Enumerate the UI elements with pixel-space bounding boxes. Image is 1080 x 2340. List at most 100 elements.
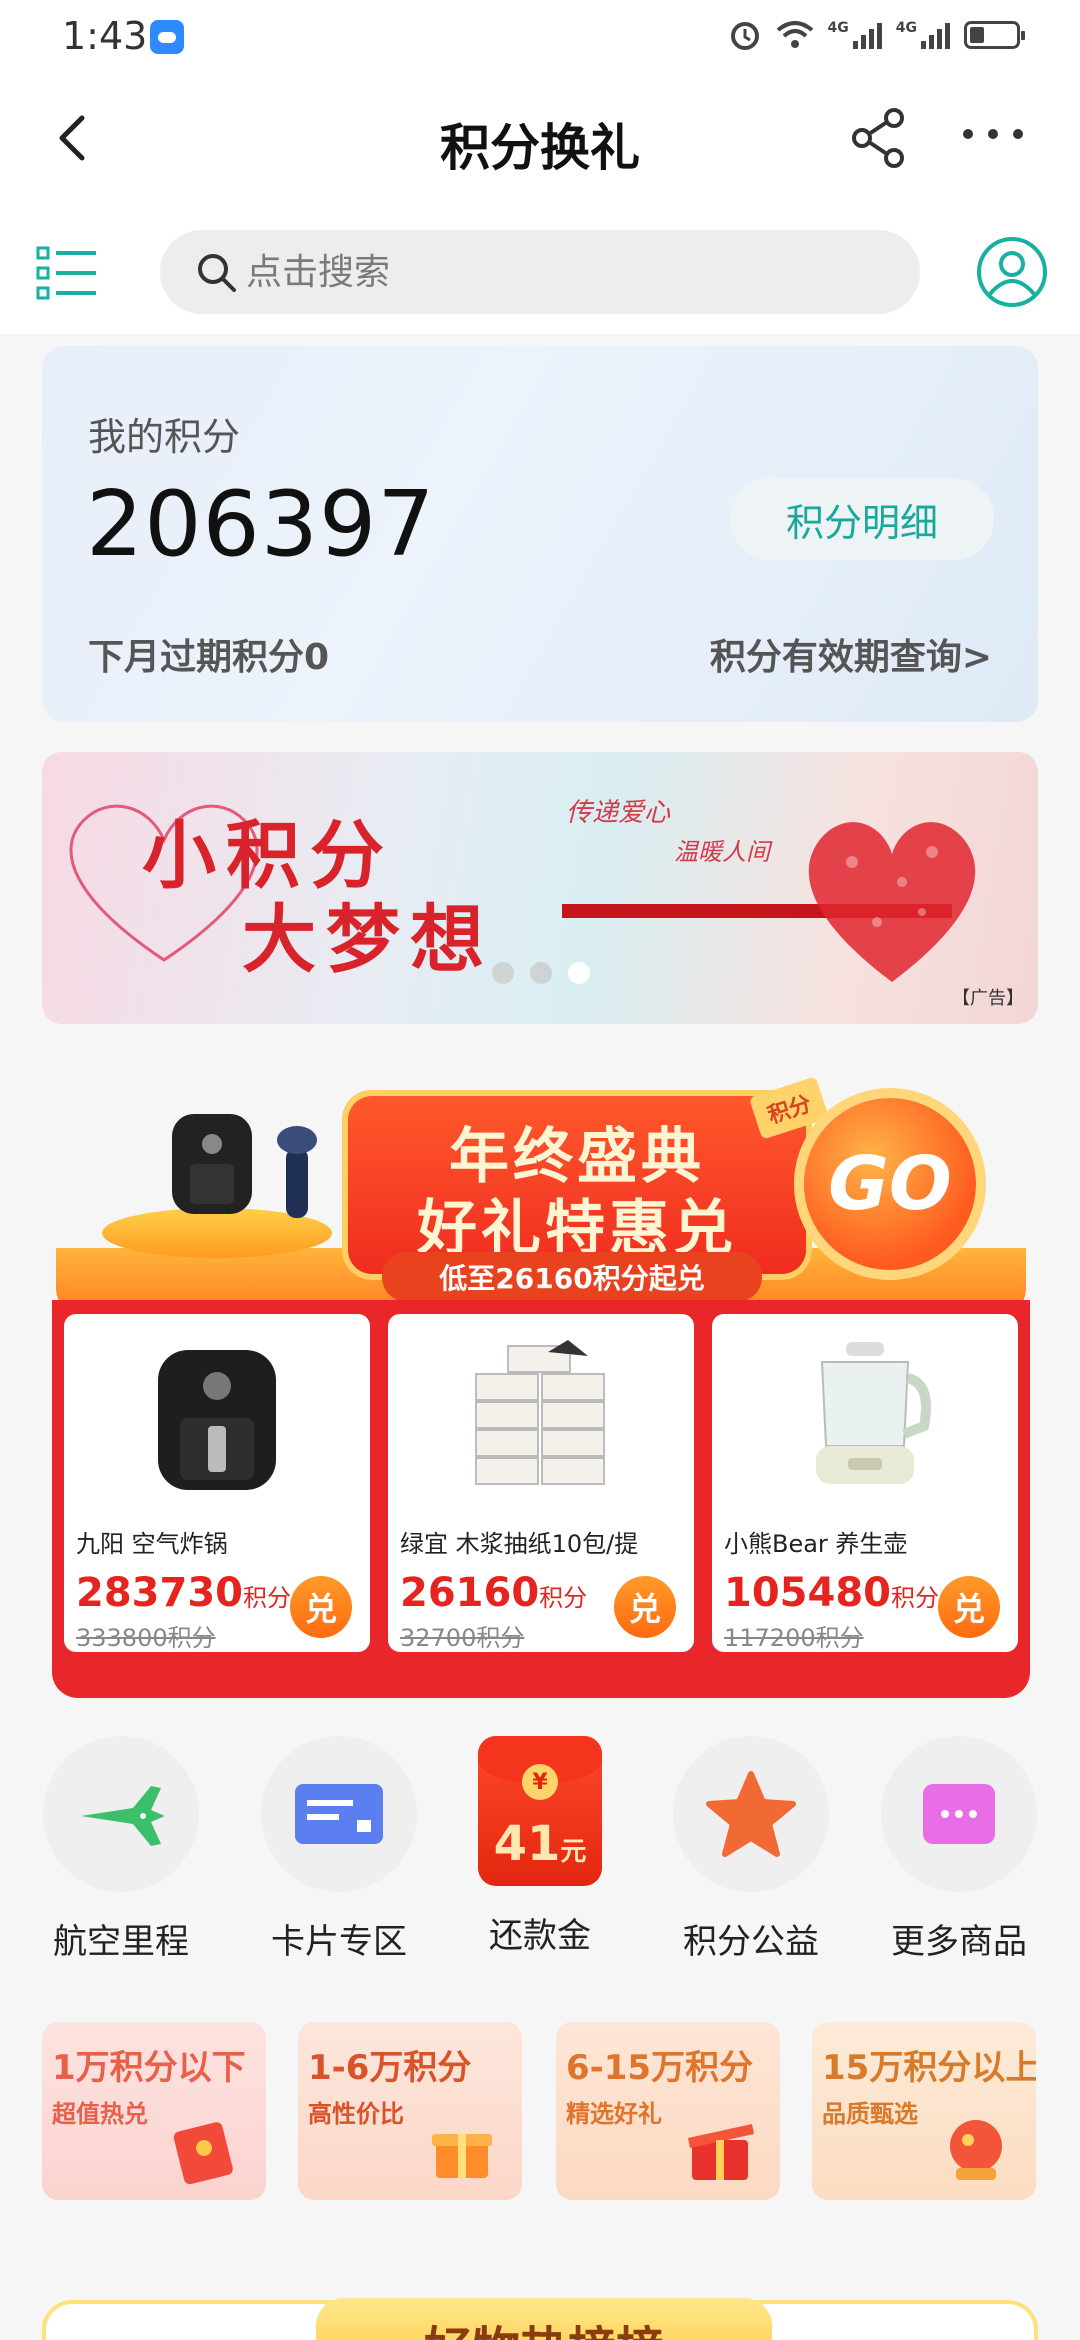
ad-banner[interactable]: 小积分 大梦想 传递爱心 温暖人间 【广告】 <box>42 752 1038 1024</box>
product-card[interactable]: 九阳 空气炸锅 283730积分 333800积分 兑 <box>64 1314 370 1652</box>
status-icons: 4G 4G <box>728 18 1025 52</box>
product-name: 小熊Bear 养生壶 <box>724 1530 908 1558</box>
red-packet-icon: ¥ 41元 <box>478 1736 602 1886</box>
user-avatar-icon <box>977 237 1047 307</box>
promo-subtitle: 低至26160积分起兑 <box>382 1252 762 1302</box>
promo-go-button[interactable]: GO <box>804 1098 976 1270</box>
points-validity-link[interactable]: 积分有效期查询> <box>710 628 992 680</box>
category-label: 更多商品 <box>891 1922 1027 1962</box>
product-card[interactable]: 绿宜 木浆抽纸10包/提 26160积分 32700积分 兑 <box>388 1314 694 1652</box>
range-title: 1万积分以下 <box>52 2048 246 2088</box>
product-price: 283730积分 <box>76 1570 291 1616</box>
carousel-dot[interactable] <box>530 962 552 984</box>
red-packet-amount: 41元 <box>493 1816 587 1872</box>
shaver-image <box>277 1126 317 1218</box>
category-label: 卡片专区 <box>271 1922 407 1962</box>
weather-icon <box>150 20 184 54</box>
red-envelope-icon <box>173 2122 233 2184</box>
category-icon-circle <box>673 1736 829 1892</box>
search-box[interactable] <box>160 230 920 314</box>
signal-icon-1 <box>852 21 882 49</box>
ad-subtitle-line2: 温暖人间 <box>674 838 770 866</box>
product-name: 绿宜 木浆抽纸10包/提 <box>400 1530 639 1558</box>
range-card-over-150k[interactable]: 15万积分以上 品质甄选 <box>812 2022 1036 2200</box>
category-airline-miles[interactable]: 航空里程 <box>36 1736 206 1963</box>
network-type-1: 4G <box>827 20 849 36</box>
category-menu-button[interactable] <box>36 244 98 302</box>
kettle-image <box>816 1342 931 1484</box>
card-icon <box>295 1784 383 1844</box>
search-icon <box>198 254 236 292</box>
redeem-button[interactable]: 兑 <box>614 1576 676 1638</box>
points-balance: 206397 <box>86 472 436 577</box>
redeem-button[interactable]: 兑 <box>290 1576 352 1638</box>
hot-list-header[interactable]: 好物热榜榜 <box>316 2298 772 2340</box>
category-label: 积分公益 <box>683 1922 819 1962</box>
ad-subtitle-line1: 传递爱心 <box>566 798 671 828</box>
search-row <box>0 204 1080 334</box>
list-menu-icon <box>36 246 96 300</box>
category-label: 航空里程 <box>53 1922 189 1962</box>
page-title: 积分换礼 <box>440 119 640 177</box>
air-fryer-image <box>158 1350 276 1490</box>
gift-box-icon <box>688 2124 754 2180</box>
network-type-2: 4G <box>895 20 917 36</box>
redeem-button[interactable]: 兑 <box>938 1576 1000 1638</box>
range-title: 15万积分以上 <box>822 2048 1036 2088</box>
category-icon-circle <box>261 1736 417 1892</box>
carousel-dot-active[interactable] <box>568 962 590 984</box>
alarm-icon <box>730 22 759 50</box>
range-title: 1-6万积分 <box>308 2048 472 2088</box>
category-icon-circle <box>881 1736 1037 1892</box>
product-name: 九阳 空气炸锅 <box>76 1530 228 1558</box>
range-card-60k-150k[interactable]: 6-15万积分 精选好礼 <box>556 2022 780 2200</box>
points-label: 我的积分 <box>88 415 241 459</box>
promo-points-tag: 积分 <box>748 1076 830 1140</box>
range-title: 6-15万积分 <box>566 2048 754 2088</box>
carousel-indicator <box>492 962 590 984</box>
points-card: 我的积分 206397 积分明细 下月过期积分0 积分有效期查询> <box>42 346 1038 722</box>
air-fryer-image <box>172 1114 252 1214</box>
category-icon-circle <box>43 1736 199 1892</box>
gift-globe-icon <box>950 2120 1002 2180</box>
product-original-price: 32700积分 <box>400 1624 525 1652</box>
airplane-icon <box>81 1786 165 1846</box>
user-center-button[interactable] <box>976 236 1048 308</box>
range-subtitle: 超值热兑 <box>52 2100 148 2128</box>
product-original-price: 333800积分 <box>76 1624 216 1652</box>
tissue-pack-image <box>475 1340 605 1485</box>
more-icon <box>923 1784 995 1844</box>
wifi-icon <box>776 21 813 48</box>
category-repayment-bonus[interactable]: ¥ 41元 还款金 <box>455 1736 625 1957</box>
category-points-charity[interactable]: 积分公益 <box>666 1736 836 1963</box>
product-price: 26160积分 <box>400 1570 588 1616</box>
range-subtitle: 精选好礼 <box>566 2100 662 2128</box>
year-end-promo: 年终盛典 好礼特惠兑 积分 低至26160积分起兑 GO 九阳 空气炸锅 283… <box>42 1068 1038 1698</box>
category-more-products[interactable]: 更多商品 <box>874 1736 1044 1963</box>
hot-list-title: 好物热榜榜 <box>316 2310 772 2340</box>
category-label: 还款金 <box>489 1916 591 1956</box>
share-icon <box>852 108 904 168</box>
category-card-zone[interactable]: 卡片专区 <box>254 1736 424 1963</box>
star-icon <box>706 1771 796 1857</box>
expiring-points-text: 下月过期积分0 <box>88 637 330 678</box>
product-card[interactable]: 小熊Bear 养生壶 105480积分 117200积分 兑 <box>712 1314 1018 1652</box>
more-options-button[interactable] <box>960 114 1026 154</box>
product-price: 105480积分 <box>724 1570 939 1616</box>
heart-cluster-graphic <box>808 822 976 982</box>
more-dots-icon <box>963 129 1023 139</box>
search-input[interactable] <box>246 251 806 293</box>
range-card-under-10k[interactable]: 1万积分以下 超值热兑 <box>42 2022 266 2200</box>
battery-icon <box>964 21 1025 49</box>
category-grid: 航空里程 卡片专区 ¥ 41元 还款金 积分公益 更多商品 <box>0 1736 1080 1966</box>
app-header: 积分换礼 <box>0 78 1080 204</box>
status-bar: 1:43 4G 4G <box>0 0 1080 78</box>
share-button[interactable] <box>848 106 908 170</box>
signal-icon-2 <box>921 21 950 49</box>
points-detail-button[interactable]: 积分明细 <box>730 478 994 560</box>
yuan-coin-icon: ¥ <box>522 1764 558 1800</box>
gift-box-icon <box>432 2134 492 2178</box>
range-card-10k-60k[interactable]: 1-6万积分 高性价比 <box>298 2022 522 2200</box>
carousel-dot[interactable] <box>492 962 514 984</box>
status-time: 1:43 <box>62 14 148 58</box>
